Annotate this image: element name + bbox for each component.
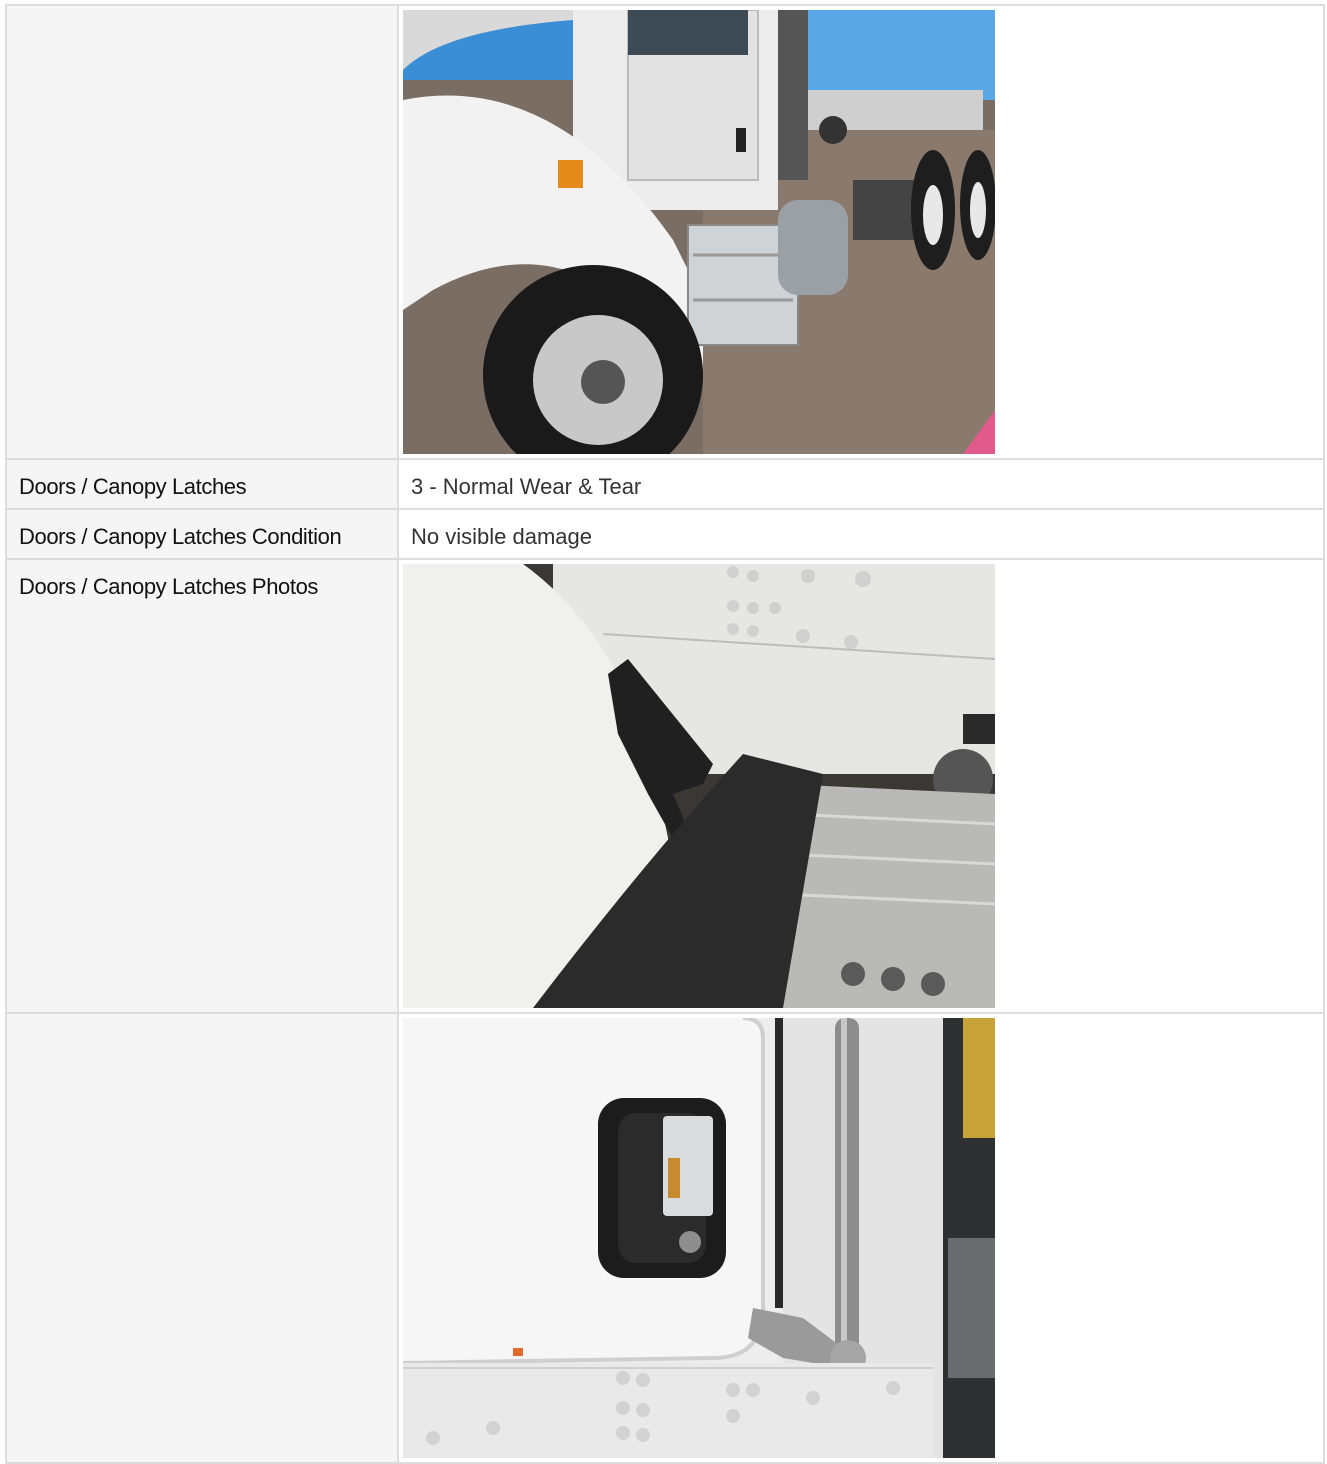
photo-cell xyxy=(397,1012,1325,1464)
table-row: Doors / Canopy Latches Photos xyxy=(5,558,1325,1014)
row-value: No visible damage xyxy=(397,508,1325,560)
hood-latch-photo[interactable] xyxy=(403,564,995,1008)
truck-exterior-photo[interactable] xyxy=(403,10,995,454)
row-label: Doors / Canopy Latches Condition xyxy=(5,508,399,560)
door-handle-photo[interactable] xyxy=(403,1018,995,1458)
row-label xyxy=(5,1012,399,1464)
row-label xyxy=(5,4,399,460)
row-value: 3 - Normal Wear & Tear xyxy=(397,458,1325,510)
table-row: Doors / Canopy Latches Condition No visi… xyxy=(5,508,1325,560)
row-label: Doors / Canopy Latches xyxy=(5,458,399,510)
table-row: Doors / Canopy Latches 3 - Normal Wear &… xyxy=(5,458,1325,510)
table-row xyxy=(5,1012,1325,1464)
table-row xyxy=(5,4,1325,460)
inspection-table: Doors / Canopy Latches 3 - Normal Wear &… xyxy=(5,4,1325,1464)
row-label: Doors / Canopy Latches Photos xyxy=(5,558,399,1014)
photo-cell xyxy=(397,558,1325,1014)
photo-cell xyxy=(397,4,1325,460)
